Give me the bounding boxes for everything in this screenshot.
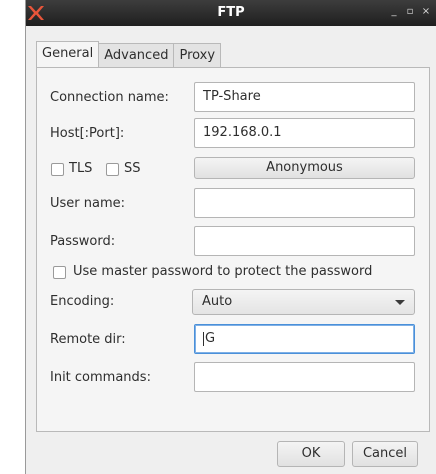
- encoding-select-value: Auto: [202, 294, 233, 309]
- general-panel: Connection name: TP-Share Host[:Port]: 1…: [36, 67, 430, 432]
- encoding-label: Encoding:: [50, 294, 115, 309]
- text-caret: [203, 331, 204, 346]
- dialog-button-bar: OK Cancel: [26, 441, 436, 474]
- ssl-label: SS: [124, 161, 141, 176]
- tls-label: TLS: [69, 161, 93, 176]
- maximize-icon[interactable]: ▫: [404, 6, 416, 18]
- ssl-checkbox[interactable]: [106, 163, 119, 176]
- ok-button[interactable]: OK: [277, 441, 345, 467]
- remote-dir-value: G: [205, 331, 216, 346]
- tab-general[interactable]: General: [36, 41, 100, 67]
- close-icon[interactable]: ×: [420, 6, 432, 18]
- connection-name-input[interactable]: TP-Share: [194, 82, 415, 112]
- tab-proxy[interactable]: Proxy: [173, 43, 222, 67]
- init-commands-input[interactable]: [194, 362, 415, 392]
- remote-dir-input[interactable]: G: [194, 324, 415, 354]
- init-commands-label: Init commands:: [50, 370, 151, 385]
- tab-bar: General Advanced Proxy: [36, 41, 222, 67]
- encoding-select[interactable]: Auto: [192, 289, 415, 315]
- master-password-label: Use master password to protect the passw…: [73, 264, 373, 279]
- chevron-down-icon: [395, 300, 405, 305]
- username-input[interactable]: [194, 188, 415, 218]
- password-input[interactable]: [194, 226, 415, 256]
- ftp-dialog: FTP _ ▫ × General Advanced Proxy Connect…: [25, 0, 436, 474]
- window-controls: _ ▫ ×: [388, 6, 432, 18]
- host-input[interactable]: 192.168.0.1: [194, 118, 415, 148]
- anonymous-button[interactable]: Anonymous: [194, 157, 415, 179]
- host-label: Host[:Port]:: [50, 126, 125, 141]
- remote-dir-label: Remote dir:: [50, 332, 126, 347]
- minimize-icon[interactable]: _: [388, 6, 400, 18]
- tls-checkbox[interactable]: [51, 163, 64, 176]
- password-label: Password:: [50, 234, 116, 249]
- window-title: FTP: [217, 5, 245, 20]
- tab-advanced[interactable]: Advanced: [98, 43, 175, 67]
- master-password-checkbox[interactable]: [53, 266, 66, 279]
- connection-name-label: Connection name:: [50, 90, 169, 105]
- title-bar[interactable]: FTP _ ▫ ×: [26, 0, 436, 26]
- cancel-button[interactable]: Cancel: [352, 441, 418, 467]
- username-label: User name:: [50, 196, 126, 211]
